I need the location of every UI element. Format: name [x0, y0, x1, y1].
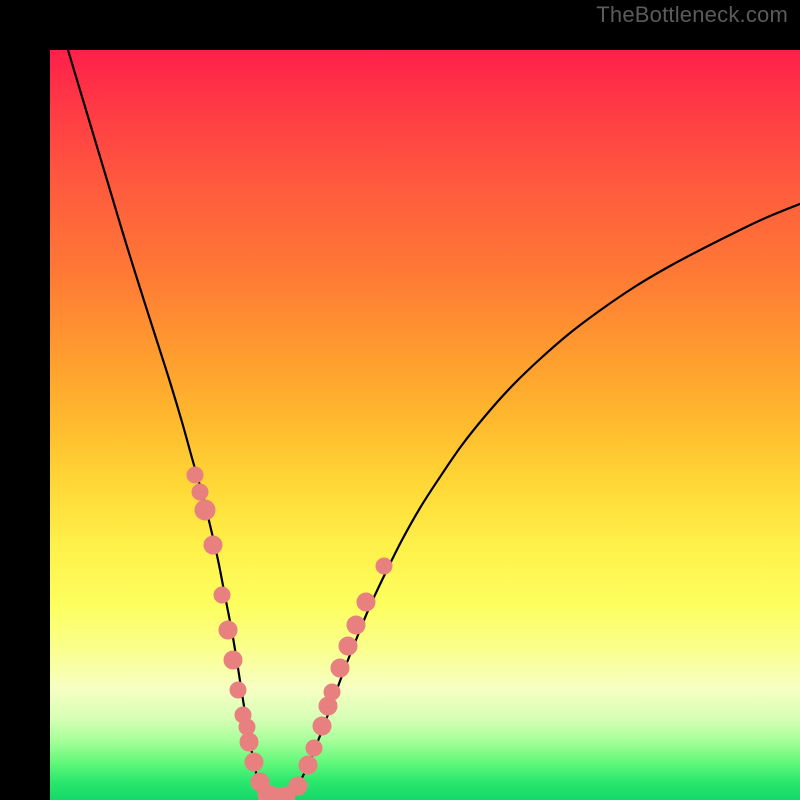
data-marker — [313, 717, 331, 735]
chart-svg — [50, 50, 800, 800]
data-marker — [347, 616, 365, 634]
data-marker — [306, 740, 322, 756]
data-marker — [230, 682, 246, 698]
data-marker — [204, 536, 222, 554]
data-marker — [299, 756, 317, 774]
watermark-text: TheBottleneck.com — [596, 2, 788, 28]
data-marker — [214, 587, 230, 603]
data-marker — [239, 719, 255, 735]
data-marker — [240, 733, 258, 751]
data-marker — [331, 659, 349, 677]
plot-area — [50, 50, 800, 800]
data-marker — [376, 558, 392, 574]
chart-frame — [0, 0, 800, 800]
data-marker — [245, 753, 263, 771]
data-marker — [219, 621, 237, 639]
data-marker — [339, 637, 357, 655]
data-marker — [192, 484, 208, 500]
data-marker — [224, 651, 242, 669]
data-marker — [289, 777, 307, 795]
data-marker — [357, 593, 375, 611]
data-marker — [324, 684, 340, 700]
data-marker — [195, 500, 215, 520]
curve-right-curve — [274, 200, 800, 799]
data-marker — [187, 467, 203, 483]
